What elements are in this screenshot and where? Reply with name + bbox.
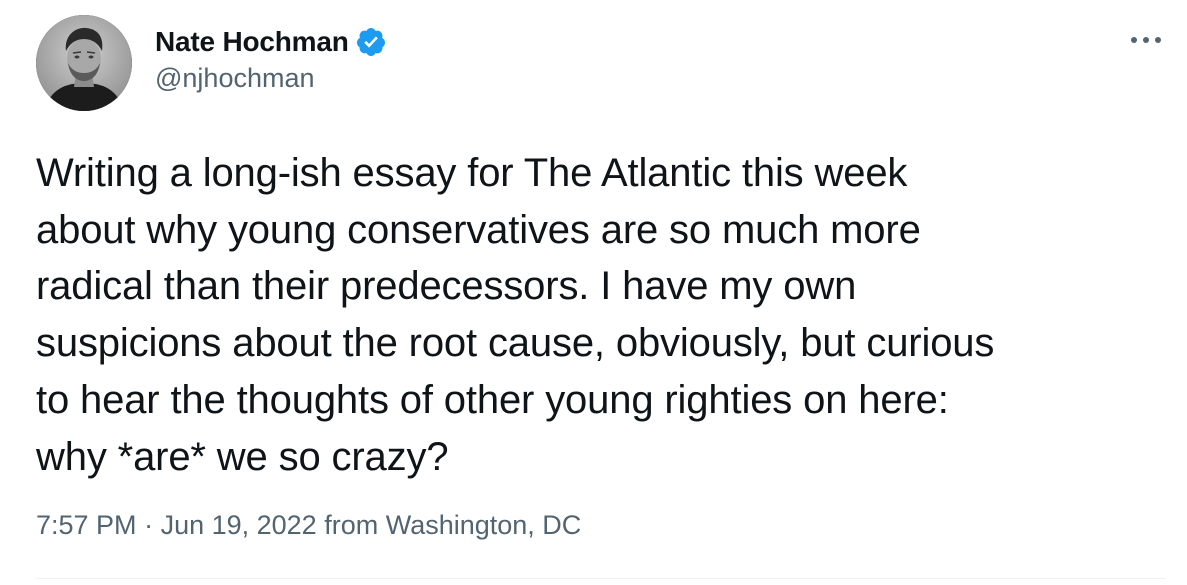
- tweet-metadata: 7:57 PM · Jun 19, 2022 from Washington, …: [36, 510, 581, 541]
- meta-separator: ·: [136, 510, 161, 540]
- tweet-text: Writing a long-ish essay for The Atlanti…: [36, 145, 1176, 485]
- author-block: Nate Hochman @njhochman: [155, 22, 387, 94]
- tweet-text-line: suspicions about the root cause, obvious…: [36, 321, 995, 366]
- from-label: from: [316, 510, 386, 540]
- tweet-text-line: about why young conservatives are so muc…: [36, 207, 921, 252]
- timestamp-date[interactable]: Jun 19, 2022: [161, 510, 317, 540]
- tweet-text-line: radical than their predecessors. I have …: [36, 264, 857, 309]
- tweet-text-line: to hear the thoughts of other young righ…: [36, 377, 949, 422]
- location-link[interactable]: Washington, DC: [386, 510, 582, 540]
- more-button[interactable]: [1124, 20, 1168, 60]
- verified-badge-icon: [355, 26, 387, 58]
- more-horizontal-icon: [1131, 37, 1161, 43]
- handle[interactable]: @njhochman: [155, 63, 387, 94]
- divider: [36, 578, 1166, 579]
- tweet-card: Nate Hochman @njhochman Writing a long-i…: [0, 0, 1187, 585]
- tweet-text-line: why *are* we so crazy?: [36, 434, 449, 479]
- name-row: Nate Hochman: [155, 22, 387, 62]
- avatar[interactable]: [36, 15, 132, 111]
- timestamp-time[interactable]: 7:57 PM: [36, 510, 137, 540]
- profile-photo-icon: [36, 15, 132, 111]
- tweet-text-line: Writing a long-ish essay for The Atlanti…: [36, 151, 908, 195]
- display-name[interactable]: Nate Hochman: [155, 26, 349, 58]
